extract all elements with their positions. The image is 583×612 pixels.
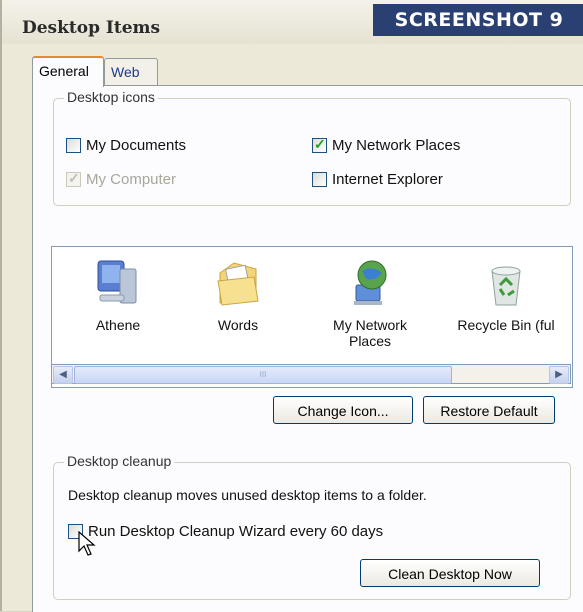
window-title: Desktop Items <box>22 18 161 38</box>
internet-explorer-checkbox[interactable] <box>312 171 327 187</box>
desktop-items-dialog: Desktop Items SCREENSHOT 9 General Web D… <box>0 0 583 612</box>
my-network-places-checkbox-row[interactable]: My Network Places <box>312 135 460 155</box>
my-network-places-label: My Network Places <box>332 136 461 154</box>
icon-list-scrollbar[interactable]: ◀ III ▶ <box>51 364 571 384</box>
my-computer-checkbox <box>66 170 81 187</box>
recycle-bin-icon <box>491 266 521 306</box>
cleanup-wizard-label: Run Desktop Cleanup Wizard every 60 days <box>88 522 384 540</box>
cleanup-wizard-checkbox-row[interactable]: Run Desktop Cleanup Wizard every 60 days <box>68 521 383 541</box>
general-tab-panel: Desktop icons My Documents My Network Pl… <box>32 85 583 612</box>
my-computer-label: My Computer <box>86 170 177 188</box>
desktop-cleanup-group: Desktop cleanup Desktop cleanup moves un… <box>53 453 571 600</box>
clean-desktop-now-button[interactable]: Clean Desktop Now <box>360 559 540 587</box>
icon-label-words: Words <box>217 317 259 333</box>
icon-label-athene: Athene <box>95 317 141 333</box>
internet-explorer-checkbox-row[interactable]: Internet Explorer <box>312 169 443 189</box>
my-documents-checkbox[interactable] <box>66 137 81 153</box>
icon-item-words[interactable]: Words <box>182 255 294 333</box>
desktop-cleanup-legend: Desktop cleanup <box>64 453 175 469</box>
icon-item-recycle-bin[interactable]: Recycle Bin (ful <box>450 255 562 333</box>
desktop-icons-legend: Desktop icons <box>64 89 158 105</box>
my-documents-label: My Documents <box>86 136 187 154</box>
network-icon <box>354 260 387 305</box>
icon-label-my-network-places: My Network Places <box>333 317 407 349</box>
computer-icon <box>97 260 137 304</box>
cleanup-description: Desktop cleanup moves unused desktop ite… <box>68 487 427 503</box>
desktop-icons-group: Desktop icons My Documents My Network Pl… <box>53 89 571 206</box>
my-computer-checkbox-row: My Computer <box>66 169 176 189</box>
screenshot-badge: SCREENSHOT 9 <box>373 4 583 36</box>
restore-default-button[interactable]: Restore Default <box>423 396 555 424</box>
mouse-cursor-icon <box>78 531 96 556</box>
documents-folder-icon <box>217 262 259 306</box>
scroll-left-button[interactable]: ◀ <box>53 366 73 384</box>
tab-general[interactable]: General <box>32 56 104 87</box>
icon-label-recycle-bin: Recycle Bin (ful <box>457 317 555 333</box>
internet-explorer-label: Internet Explorer <box>332 170 443 188</box>
title-bar: Desktop Items SCREENSHOT 9 <box>2 0 583 44</box>
my-documents-checkbox-row[interactable]: My Documents <box>66 135 186 155</box>
icon-item-athene[interactable]: Athene <box>62 255 174 333</box>
my-network-places-checkbox[interactable] <box>312 136 327 153</box>
tab-web[interactable]: Web <box>104 58 158 85</box>
icon-item-my-network-places[interactable]: My Network Places <box>314 255 426 349</box>
change-icon-button[interactable]: Change Icon... <box>273 396 413 424</box>
scrollbar-thumb[interactable]: III <box>74 366 452 384</box>
scroll-right-button[interactable]: ▶ <box>549 366 569 384</box>
